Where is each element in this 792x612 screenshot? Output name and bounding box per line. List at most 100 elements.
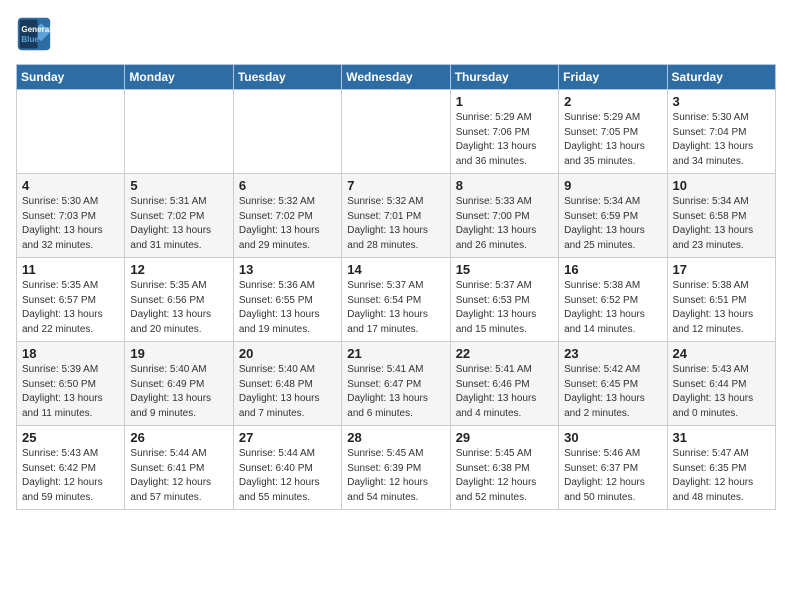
- day-info: Sunrise: 5:43 AM Sunset: 6:44 PM Dayligh…: [673, 363, 770, 421]
- day-number: 11: [22, 262, 119, 277]
- day-info: Sunrise: 5:41 AM Sunset: 6:47 PM Dayligh…: [347, 363, 444, 421]
- day-number: 9: [564, 178, 661, 193]
- day-number: 2: [564, 94, 661, 109]
- calendar-week-2: 11 Sunrise: 5:35 AM Sunset: 6:57 PM Dayli…: [17, 258, 776, 342]
- logo-icon: General Blue: [16, 16, 52, 52]
- day-info: Sunrise: 5:37 AM Sunset: 6:53 PM Dayligh…: [456, 279, 553, 337]
- day-number: 13: [239, 262, 336, 277]
- day-info: Sunrise: 5:44 AM Sunset: 6:41 PM Dayligh…: [130, 447, 227, 505]
- day-info: Sunrise: 5:38 AM Sunset: 6:51 PM Dayligh…: [673, 279, 770, 337]
- day-number: 14: [347, 262, 444, 277]
- day-number: 7: [347, 178, 444, 193]
- day-info: Sunrise: 5:40 AM Sunset: 6:49 PM Dayligh…: [130, 363, 227, 421]
- calendar-cell: [125, 90, 233, 174]
- calendar-week-4: 25Sunrise: 5:43 AM Sunset: 6:42 PM Dayli…: [17, 426, 776, 510]
- day-info: Sunrise: 5:43 AM Sunset: 6:42 PM Dayligh…: [22, 447, 119, 505]
- calendar-cell: 11 Sunrise: 5:35 AM Sunset: 6:57 PM Dayli…: [17, 258, 125, 342]
- calendar-cell: 23Sunrise: 5:42 AM Sunset: 6:45 PM Dayli…: [559, 342, 667, 426]
- day-info: Sunrise: 5:32 AM Sunset: 7:02 PM Dayligh…: [239, 195, 336, 253]
- calendar-cell: 28 Sunrise: 5:45 AM Sunset: 6:39 PM Dayli…: [342, 426, 450, 510]
- weekday-header-sunday: Sunday: [17, 65, 125, 90]
- day-number: 27: [239, 430, 336, 445]
- day-number: 30: [564, 430, 661, 445]
- calendar-cell: 21 Sunrise: 5:41 AM Sunset: 6:47 PM Dayli…: [342, 342, 450, 426]
- calendar-cell: 5 Sunrise: 5:31 AM Sunset: 7:02 PM Daylig…: [125, 174, 233, 258]
- calendar-cell: 13 Sunrise: 5:36 AM Sunset: 6:55 PM Dayli…: [233, 258, 341, 342]
- calendar-cell: 16Sunrise: 5:38 AM Sunset: 6:52 PM Dayli…: [559, 258, 667, 342]
- svg-text:General: General: [21, 25, 51, 34]
- weekday-header-thursday: Thursday: [450, 65, 558, 90]
- day-info: Sunrise: 5:29 AM Sunset: 7:06 PM Dayligh…: [456, 111, 553, 169]
- day-number: 28: [347, 430, 444, 445]
- day-number: 5: [130, 178, 227, 193]
- weekday-header-monday: Monday: [125, 65, 233, 90]
- day-info: Sunrise: 5:47 AM Sunset: 6:35 PM Dayligh…: [673, 447, 770, 505]
- day-number: 10: [673, 178, 770, 193]
- day-info: Sunrise: 5:39 AM Sunset: 6:50 PM Dayligh…: [22, 363, 119, 421]
- calendar-cell: 8 Sunrise: 5:33 AM Sunset: 7:00 PM Daylig…: [450, 174, 558, 258]
- day-number: 6: [239, 178, 336, 193]
- calendar-table: SundayMondayTuesdayWednesdayThursdayFrid…: [16, 64, 776, 510]
- calendar-header: SundayMondayTuesdayWednesdayThursdayFrid…: [17, 65, 776, 90]
- day-number: 15: [456, 262, 553, 277]
- calendar-cell: [17, 90, 125, 174]
- weekday-header-wednesday: Wednesday: [342, 65, 450, 90]
- calendar-cell: 20 Sunrise: 5:40 AM Sunset: 6:48 PM Dayli…: [233, 342, 341, 426]
- calendar-cell: 6 Sunrise: 5:32 AM Sunset: 7:02 PM Daylig…: [233, 174, 341, 258]
- day-number: 20: [239, 346, 336, 361]
- day-number: 19: [130, 346, 227, 361]
- day-number: 17: [673, 262, 770, 277]
- weekday-row: SundayMondayTuesdayWednesdayThursdayFrid…: [17, 65, 776, 90]
- day-number: 24: [673, 346, 770, 361]
- day-info: Sunrise: 5:35 AM Sunset: 6:56 PM Dayligh…: [130, 279, 227, 337]
- logo: General Blue: [16, 16, 56, 52]
- day-info: Sunrise: 5:35 AM Sunset: 6:57 PM Dayligh…: [22, 279, 119, 337]
- day-number: 31: [673, 430, 770, 445]
- day-number: 12: [130, 262, 227, 277]
- calendar-cell: 3Sunrise: 5:30 AM Sunset: 7:04 PM Daylig…: [667, 90, 775, 174]
- calendar-cell: 4 Sunrise: 5:30 AM Sunset: 7:03 PM Daylig…: [17, 174, 125, 258]
- day-info: Sunrise: 5:34 AM Sunset: 6:59 PM Dayligh…: [564, 195, 661, 253]
- weekday-header-saturday: Saturday: [667, 65, 775, 90]
- page-header: General Blue: [16, 16, 776, 52]
- day-number: 21: [347, 346, 444, 361]
- day-info: Sunrise: 5:44 AM Sunset: 6:40 PM Dayligh…: [239, 447, 336, 505]
- day-number: 22: [456, 346, 553, 361]
- day-info: Sunrise: 5:31 AM Sunset: 7:02 PM Dayligh…: [130, 195, 227, 253]
- day-info: Sunrise: 5:46 AM Sunset: 6:37 PM Dayligh…: [564, 447, 661, 505]
- calendar-cell: 14Sunrise: 5:37 AM Sunset: 6:54 PM Dayli…: [342, 258, 450, 342]
- day-number: 18: [22, 346, 119, 361]
- day-number: 3: [673, 94, 770, 109]
- calendar-cell: 29Sunrise: 5:45 AM Sunset: 6:38 PM Dayli…: [450, 426, 558, 510]
- calendar-cell: 17 Sunrise: 5:38 AM Sunset: 6:51 PM Dayli…: [667, 258, 775, 342]
- calendar-cell: 10Sunrise: 5:34 AM Sunset: 6:58 PM Dayli…: [667, 174, 775, 258]
- day-number: 4: [22, 178, 119, 193]
- calendar-cell: 18 Sunrise: 5:39 AM Sunset: 6:50 PM Dayli…: [17, 342, 125, 426]
- day-number: 26: [130, 430, 227, 445]
- day-info: Sunrise: 5:33 AM Sunset: 7:00 PM Dayligh…: [456, 195, 553, 253]
- day-info: Sunrise: 5:30 AM Sunset: 7:03 PM Dayligh…: [22, 195, 119, 253]
- calendar-cell: [342, 90, 450, 174]
- day-info: Sunrise: 5:36 AM Sunset: 6:55 PM Dayligh…: [239, 279, 336, 337]
- day-info: Sunrise: 5:41 AM Sunset: 6:46 PM Dayligh…: [456, 363, 553, 421]
- calendar-cell: 12 Sunrise: 5:35 AM Sunset: 6:56 PM Dayli…: [125, 258, 233, 342]
- calendar-cell: 19 Sunrise: 5:40 AM Sunset: 6:49 PM Dayli…: [125, 342, 233, 426]
- day-number: 1: [456, 94, 553, 109]
- calendar-body: 1 Sunrise: 5:29 AM Sunset: 7:06 PM Daylig…: [17, 90, 776, 510]
- calendar-cell: 2Sunrise: 5:29 AM Sunset: 7:05 PM Daylig…: [559, 90, 667, 174]
- day-info: Sunrise: 5:40 AM Sunset: 6:48 PM Dayligh…: [239, 363, 336, 421]
- calendar-week-3: 18 Sunrise: 5:39 AM Sunset: 6:50 PM Dayli…: [17, 342, 776, 426]
- calendar-cell: [233, 90, 341, 174]
- day-info: Sunrise: 5:42 AM Sunset: 6:45 PM Dayligh…: [564, 363, 661, 421]
- calendar-cell: 26 Sunrise: 5:44 AM Sunset: 6:41 PM Dayli…: [125, 426, 233, 510]
- weekday-header-tuesday: Tuesday: [233, 65, 341, 90]
- day-number: 8: [456, 178, 553, 193]
- calendar-cell: 7 Sunrise: 5:32 AM Sunset: 7:01 PM Daylig…: [342, 174, 450, 258]
- calendar-cell: 9 Sunrise: 5:34 AM Sunset: 6:59 PM Daylig…: [559, 174, 667, 258]
- day-info: Sunrise: 5:45 AM Sunset: 6:39 PM Dayligh…: [347, 447, 444, 505]
- day-number: 16: [564, 262, 661, 277]
- day-info: Sunrise: 5:32 AM Sunset: 7:01 PM Dayligh…: [347, 195, 444, 253]
- calendar-cell: 30 Sunrise: 5:46 AM Sunset: 6:37 PM Dayli…: [559, 426, 667, 510]
- calendar-week-0: 1 Sunrise: 5:29 AM Sunset: 7:06 PM Daylig…: [17, 90, 776, 174]
- day-number: 29: [456, 430, 553, 445]
